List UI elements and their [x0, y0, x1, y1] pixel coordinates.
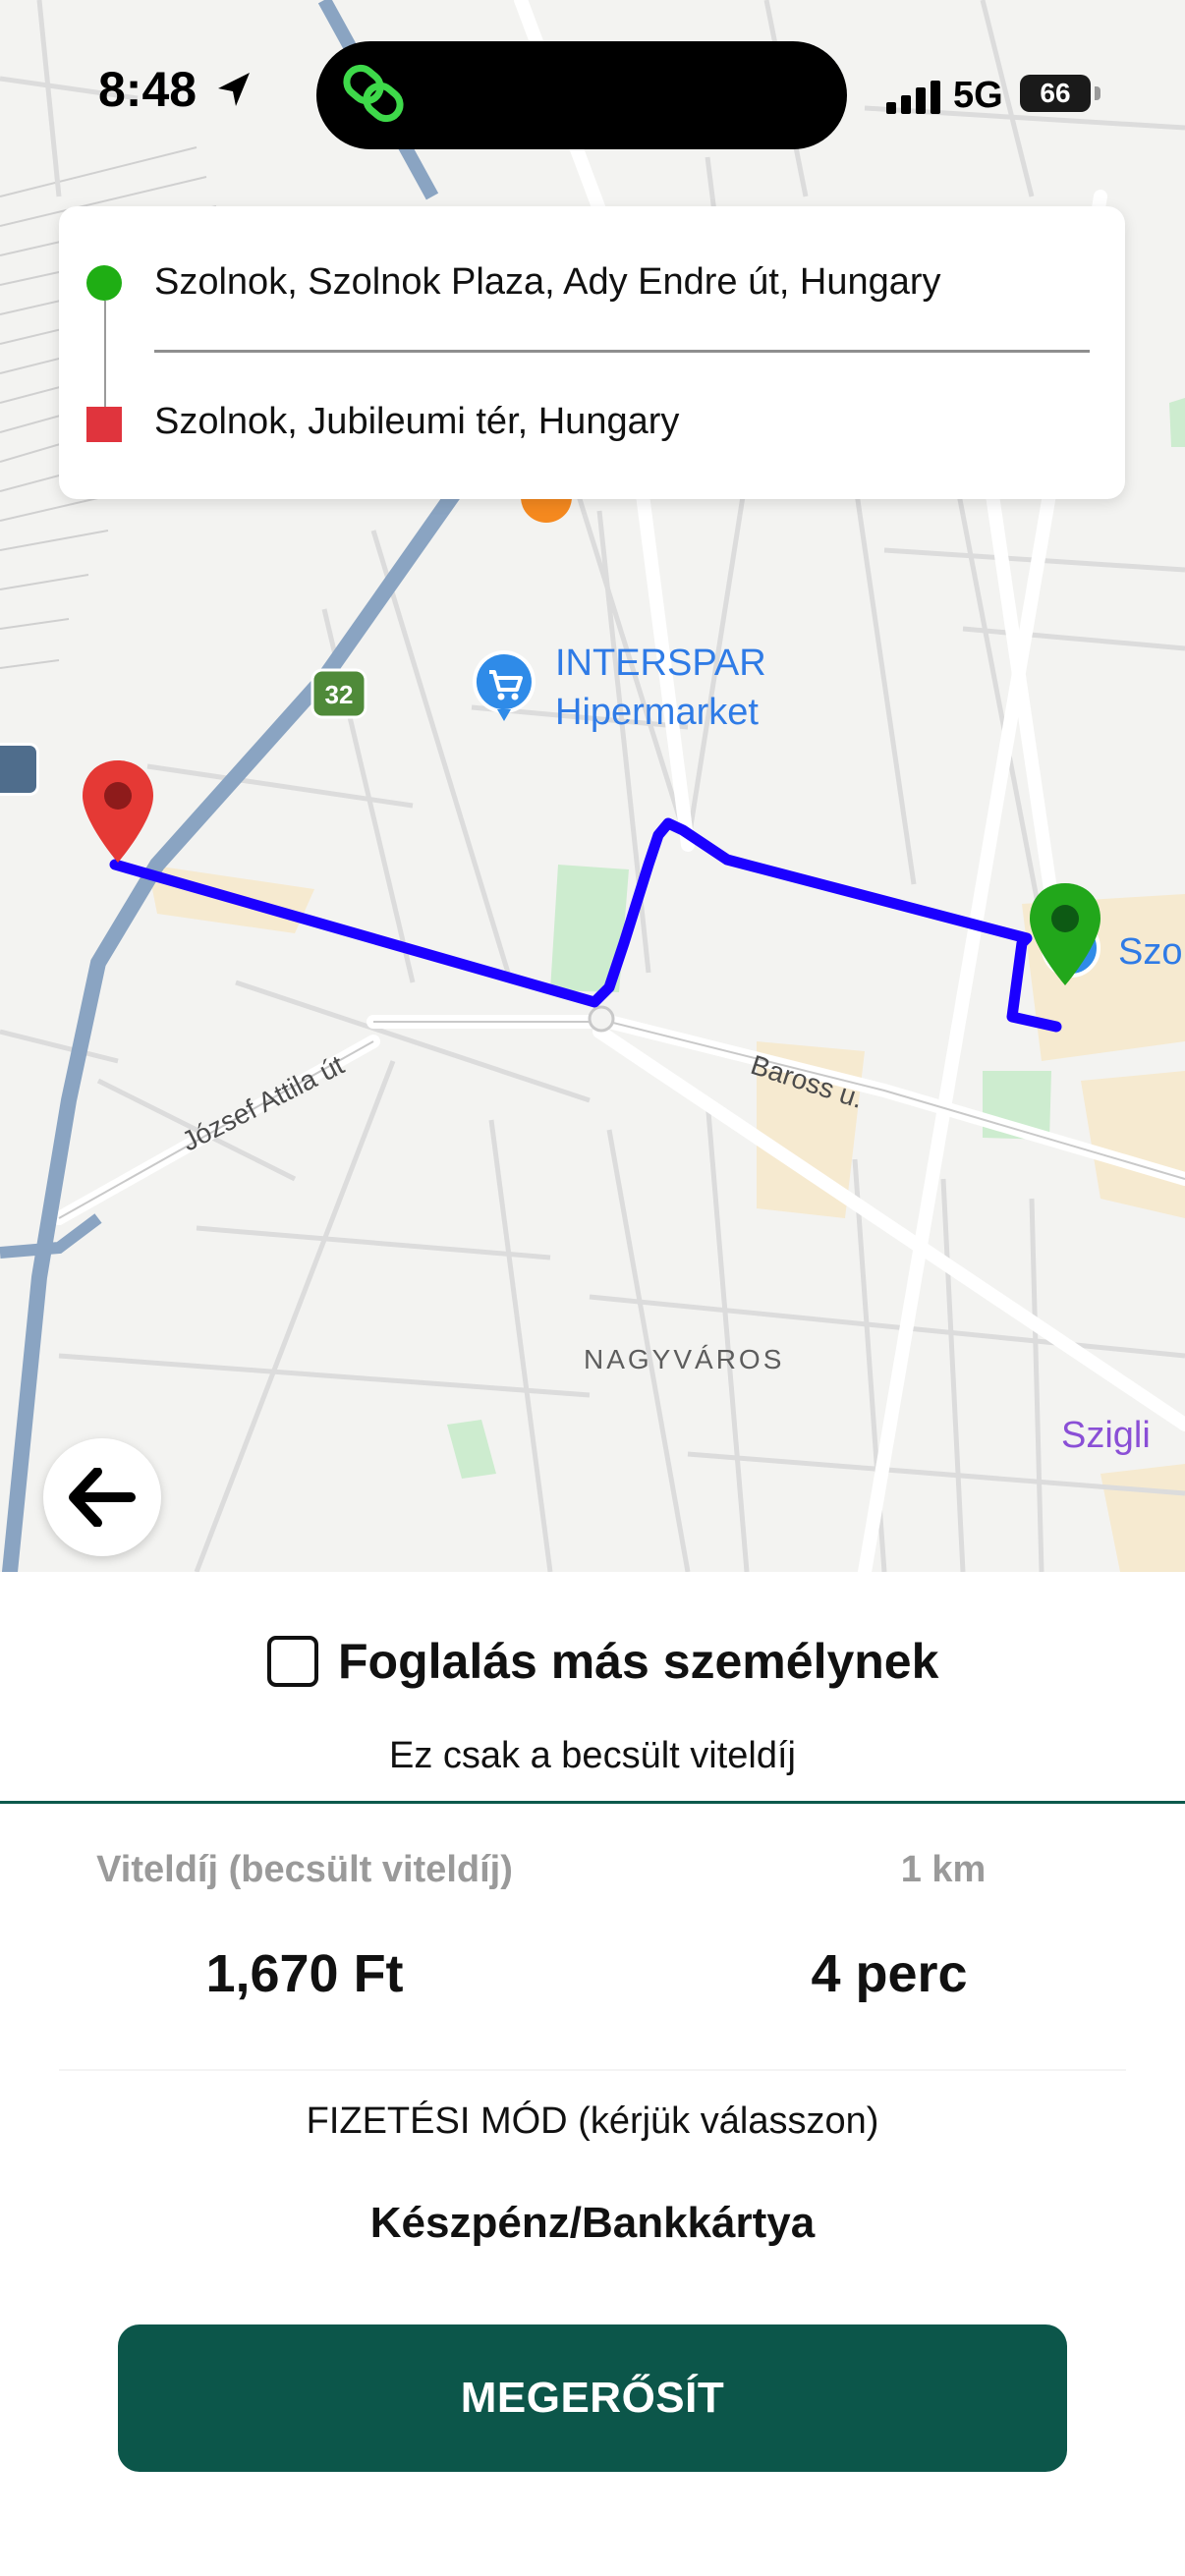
estimate-note: Ez csak a becsült viteldíj — [389, 1735, 796, 1776]
book-for-other-checkbox[interactable] — [267, 1636, 318, 1687]
destination-address[interactable]: Szolnok, Jubileumi tér, Hungary — [154, 401, 679, 443]
poi-label-interspar[interactable]: INTERSPAR — [555, 639, 766, 688]
route-card[interactable]: Szolnok, Szolnok Plaza, Ady Endre út, Hu… — [59, 206, 1125, 499]
payment-method-selector[interactable]: Készpénz/Bankkártya — [0, 2199, 1185, 2248]
back-button[interactable] — [43, 1438, 161, 1556]
origin-address[interactable]: Szolnok, Szolnok Plaza, Ady Endre út, Hu… — [154, 261, 941, 304]
ride-booking-screen: 32 INTERSPAR Hipermarket Szo József Atti… — [0, 0, 1185, 2576]
booking-sheet: Foglalás más személynek Ez csak a becsül… — [0, 1572, 1185, 2576]
origin-pin-icon — [1030, 883, 1100, 985]
signal-bars-icon — [886, 81, 940, 114]
svg-text:32: 32 — [325, 680, 354, 709]
district-label: NAGYVÁROS — [584, 1344, 785, 1374]
confirm-button[interactable]: MEGERŐSÍT — [118, 2324, 1067, 2472]
fare-value: 1,670 Ft — [205, 1944, 404, 2003]
arrow-left-icon — [69, 1468, 136, 1527]
book-for-other-row[interactable]: Foglalás más személynek — [267, 1633, 938, 1690]
route-connector — [104, 301, 106, 409]
network-label: 5G — [953, 75, 1003, 116]
road-shield-icon: 32 — [310, 668, 367, 719]
route-divider — [154, 350, 1090, 353]
dynamic-island — [316, 41, 847, 149]
payment-heading: FIZETÉSI MÓD (kérjük válasszon) — [306, 2100, 879, 2142]
app-link-icon — [343, 64, 404, 123]
location-arrow-icon — [218, 73, 250, 106]
map-edge-label-szo: Szo — [1118, 931, 1183, 973]
book-for-other-label[interactable]: Foglalás más személynek — [338, 1633, 938, 1690]
battery-icon: 66 — [1020, 75, 1091, 112]
destination-pin-icon — [83, 760, 153, 863]
sheet-divider — [0, 1801, 1185, 1804]
battery-cap — [1095, 86, 1100, 100]
origin-dot-icon — [86, 265, 122, 301]
duration-value: 4 perc — [811, 1944, 968, 2003]
train-station-icon — [0, 743, 39, 796]
status-time: 8:48 — [98, 62, 198, 117]
poi-label-hipermarket[interactable]: Hipermarket — [555, 688, 759, 737]
destination-square-icon — [86, 407, 122, 442]
shopping-cart-icon[interactable] — [470, 648, 538, 727]
fare-label: Viteldíj (becsült viteldíj) — [96, 1849, 513, 1890]
map-edge-label-szigli: Szigli — [1061, 1415, 1151, 1456]
status-bar: 8:48 5G 66 — [0, 0, 1185, 187]
distance-value: 1 km — [900, 1849, 987, 1890]
faint-divider — [59, 2069, 1126, 2071]
